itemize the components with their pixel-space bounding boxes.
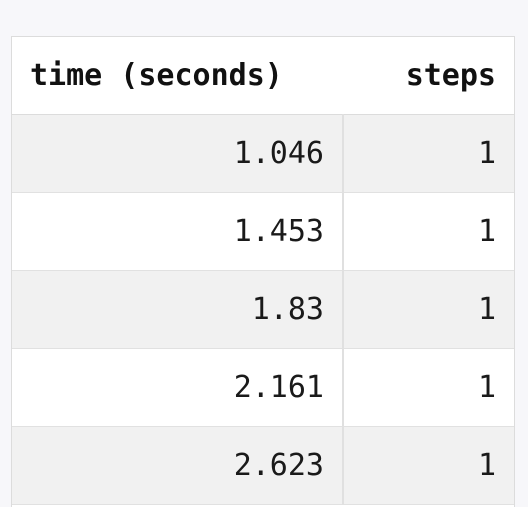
cell-time: 1.453 — [12, 192, 344, 271]
data-table-container: time (seconds) steps 1.046 1 1.453 1 1.8… — [11, 36, 515, 507]
header-row: time (seconds) steps — [12, 37, 514, 115]
table-row: 1.046 1 — [12, 114, 514, 193]
table-header: time (seconds) steps — [12, 37, 514, 115]
column-header-time[interactable]: time (seconds) — [12, 37, 343, 115]
cell-time: 2.623 — [12, 426, 344, 505]
cell-steps: 1 — [343, 114, 514, 193]
column-header-steps[interactable]: steps — [343, 37, 514, 115]
cell-steps: 1 — [343, 270, 514, 349]
cell-time: 1.046 — [12, 114, 344, 193]
table-row: 1.453 1 — [12, 192, 514, 271]
cell-steps: 1 — [343, 348, 514, 427]
data-table: time (seconds) steps 1.046 1 1.453 1 1.8… — [12, 37, 514, 505]
table-body: 1.046 1 1.453 1 1.83 1 2.161 1 2.623 1 — [12, 114, 514, 505]
cell-time: 2.161 — [12, 348, 344, 427]
cell-time: 1.83 — [12, 270, 344, 349]
table-row: 2.161 1 — [12, 348, 514, 427]
table-row: 1.83 1 — [12, 270, 514, 349]
table-row: 2.623 1 — [12, 426, 514, 505]
cell-steps: 1 — [343, 192, 514, 271]
cell-steps: 1 — [343, 426, 514, 505]
